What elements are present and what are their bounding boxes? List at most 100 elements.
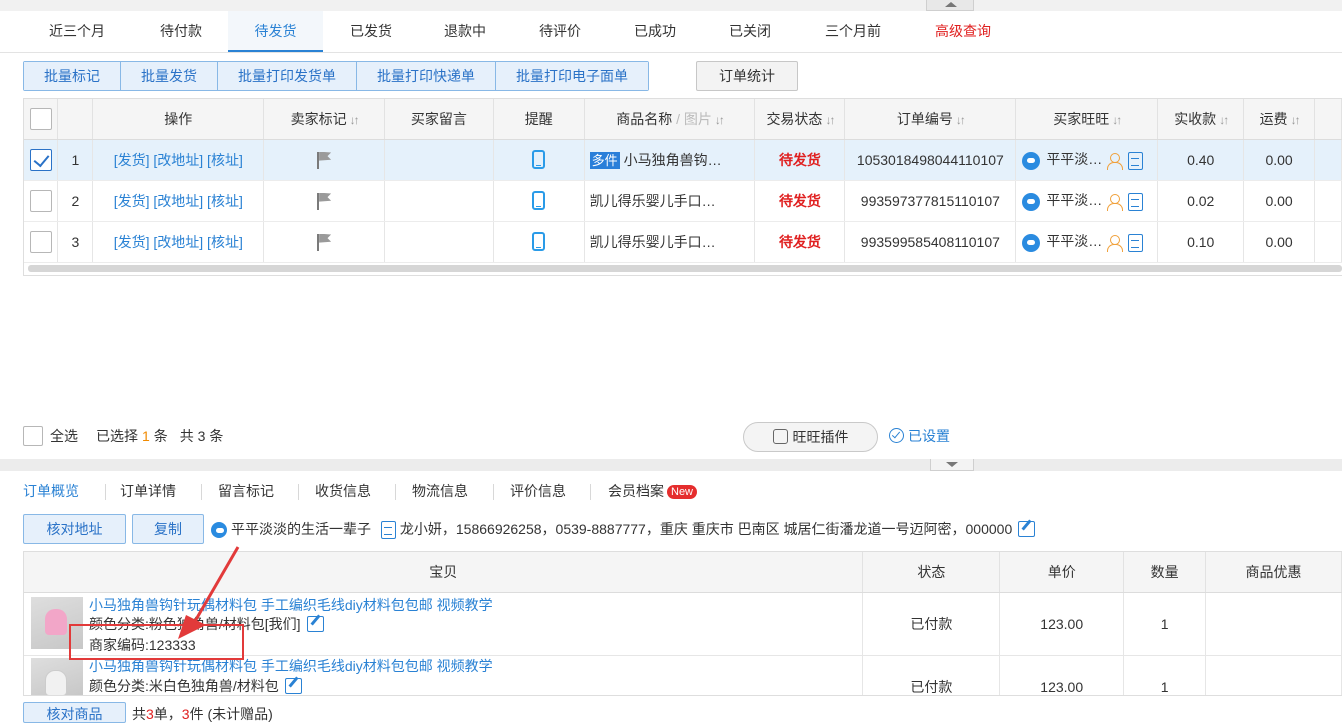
row-ops-links[interactable]: [发货] [改地址] [核址] — [92, 139, 265, 181]
batch-actions: 批量标记 批量发货 批量打印发货单 批量打印快递单 批量打印电子面单 — [23, 61, 649, 91]
sort-icon[interactable]: ↓↑ — [1112, 113, 1122, 127]
batch-print-e-waybill-button[interactable]: 批量打印电子面单 — [496, 62, 648, 90]
copy-button[interactable]: 复制 — [132, 514, 204, 544]
verify-address-button[interactable]: 核对地址 — [23, 514, 126, 544]
note-doc-icon[interactable] — [1128, 151, 1144, 170]
order-row[interactable]: 2 [发货] [改地址] [核址] 凯儿得乐婴儿手口… 待发货 99359737… — [24, 180, 1342, 222]
unicorn-white-image — [45, 669, 67, 695]
tab-receiving-info[interactable]: 收货信息 — [315, 481, 371, 501]
wangwang-chat-icon[interactable] — [1022, 151, 1041, 170]
order-row[interactable]: 1 [发货] [改地址] [核址] 多件 小马独角兽钩… 待发货 10530184… — [24, 139, 1342, 181]
row-product-name[interactable]: 凯儿得乐婴儿手口… — [590, 234, 716, 250]
row-ops-links[interactable]: [发货] [改地址] [核址] — [92, 180, 265, 222]
tab-member-profile[interactable]: 会员档案 New — [608, 481, 698, 501]
wangwang-chat-icon[interactable] — [1022, 192, 1041, 211]
collapse-down-handle[interactable] — [930, 459, 974, 471]
header-shipping[interactable]: 运费 ↓↑ — [1243, 99, 1316, 140]
batch-mark-button[interactable]: 批量标记 — [24, 62, 121, 90]
unicorn-pink-image — [45, 608, 67, 635]
header-paid[interactable]: 实收款 ↓↑ — [1157, 99, 1245, 140]
order-stats-button[interactable]: 订单统计 — [696, 61, 798, 91]
tab-review-info[interactable]: 评价信息 — [510, 481, 566, 501]
wangwang-plugin-button[interactable]: 旺旺插件 — [743, 422, 878, 452]
item-qty: 1 — [1123, 655, 1207, 695]
sort-icon[interactable]: ↓↑ — [1291, 113, 1301, 127]
header-order-no[interactable]: 订单编号 ↓↑ — [844, 99, 1017, 140]
tab-pending-shipment[interactable]: 待发货 — [228, 11, 323, 52]
flag-icon[interactable] — [315, 192, 333, 210]
tab-succeeded[interactable]: 已成功 — [606, 11, 704, 52]
verify-goods-button[interactable]: 核对商品 — [23, 702, 126, 723]
row-checkbox[interactable] — [29, 189, 52, 212]
tab-advanced-search[interactable]: 高级查询 — [913, 11, 1013, 52]
header-seller-mark[interactable]: 卖家标记 ↓↑ — [263, 99, 386, 140]
tab-separator — [201, 484, 202, 500]
edit-icon[interactable] — [1018, 521, 1036, 537]
buyer-nick: 平平淡淡的生活一辈子 — [231, 521, 371, 537]
row-checkbox[interactable] — [29, 148, 52, 171]
header-seller-mark-label: 卖家标记 — [290, 110, 347, 127]
header-buyer-msg: 买家留言 — [384, 99, 494, 140]
tab-older-than-3-months[interactable]: 三个月前 — [803, 11, 903, 52]
horizontal-scrollbar[interactable] — [28, 265, 1342, 272]
items-summary: 共3单，3件 (未计赠品) — [132, 704, 273, 723]
sort-icon[interactable]: ↓↑ — [715, 113, 725, 127]
row-index: 2 — [57, 180, 94, 222]
mobile-icon — [532, 150, 546, 169]
flag-icon[interactable] — [315, 233, 333, 251]
sort-icon[interactable]: ↓↑ — [1219, 113, 1229, 127]
header-buyer-wangwang[interactable]: 买家旺旺 ↓↑ — [1015, 99, 1159, 140]
wangwang-chat-icon[interactable] — [1022, 233, 1041, 252]
select-all-checkbox[interactable] — [23, 426, 43, 446]
tab-logistics-info[interactable]: 物流信息 — [412, 481, 468, 501]
batch-print-express-button[interactable]: 批量打印快递单 — [357, 62, 496, 90]
collapse-up-handle[interactable] — [926, 0, 974, 11]
batch-print-invoice-button[interactable]: 批量打印发货单 — [218, 62, 357, 90]
member-profile-icon[interactable] — [1106, 234, 1124, 252]
configured-label: 已设置 — [908, 428, 950, 444]
wangwang-chat-icon[interactable] — [211, 522, 227, 539]
header-order-no-label: 订单编号 — [896, 110, 953, 127]
select-all-label[interactable]: 全选 — [50, 426, 78, 446]
tab-pending-payment[interactable]: 待付款 — [132, 11, 230, 52]
tab-pending-review[interactable]: 待评价 — [511, 11, 609, 52]
product-thumbnail[interactable] — [31, 657, 83, 695]
tab-message-mark[interactable]: 留言标记 — [218, 481, 274, 501]
note-doc-icon[interactable] — [1128, 233, 1144, 252]
sort-icon[interactable]: ↓↑ — [825, 113, 835, 127]
flag-icon[interactable] — [315, 151, 333, 169]
edit-icon[interactable] — [306, 615, 324, 632]
header-checkbox[interactable] — [29, 107, 52, 130]
selected-prefix: 已选择 — [96, 428, 138, 444]
item-status: 已付款 — [862, 655, 1001, 695]
sort-icon[interactable]: ↓↑ — [956, 113, 966, 127]
tab-refunding[interactable]: 退款中 — [416, 11, 514, 52]
sort-icon[interactable]: ↓↑ — [350, 113, 360, 127]
tab-shipped[interactable]: 已发货 — [322, 11, 420, 52]
batch-ship-button[interactable]: 批量发货 — [121, 62, 218, 90]
selected-suffix: 条 — [153, 428, 168, 444]
top-strip — [0, 0, 1342, 11]
tab-recent-3-months[interactable]: 近三个月 — [28, 11, 126, 52]
edit-icon[interactable] — [284, 677, 302, 694]
row-ops-links[interactable]: [发货] [改地址] [核址] — [92, 221, 265, 263]
header-product-name[interactable]: 商品名称 / 图片 ↓↑ — [584, 99, 756, 140]
tab-order-details[interactable]: 订单详情 — [120, 481, 176, 501]
row-buyer-msg — [384, 180, 494, 222]
member-profile-icon[interactable] — [1106, 193, 1124, 211]
summary-prefix: 共 — [132, 706, 146, 722]
item-qty: 1 — [1123, 592, 1207, 656]
tab-closed[interactable]: 已关闭 — [701, 11, 799, 52]
member-profile-icon[interactable] — [1106, 152, 1124, 170]
header-trade-status[interactable]: 交易状态 ↓↑ — [754, 99, 846, 140]
row-product-name[interactable]: 凯儿得乐婴儿手口… — [590, 193, 716, 209]
row-trade-status: 待发货 — [754, 180, 846, 222]
order-row[interactable]: 3 [发货] [改地址] [核址] 凯儿得乐婴儿手口… 待发货 99359958… — [24, 221, 1342, 263]
header-unit-price: 单价 — [999, 552, 1125, 593]
note-doc-icon[interactable] — [1128, 192, 1144, 211]
configured-link[interactable]: 已设置 — [889, 426, 950, 446]
tab-order-overview[interactable]: 订单概览 — [23, 481, 79, 501]
row-checkbox[interactable] — [29, 230, 52, 253]
header-select-all[interactable] — [24, 99, 59, 140]
row-product-name[interactable]: 小马独角兽钩… — [624, 152, 722, 168]
